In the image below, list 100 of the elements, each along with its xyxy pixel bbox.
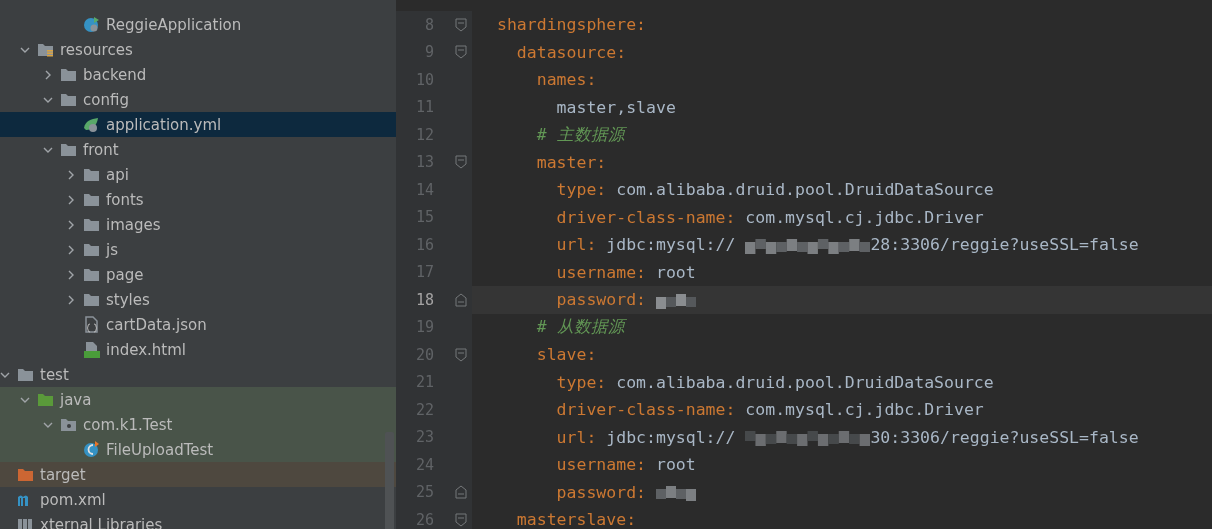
tree-item-label: application.yml [106, 115, 222, 134]
folder-icon [60, 141, 77, 158]
yaml-value: 28:3306/reggie?useSSL=false [870, 235, 1139, 255]
chevron-right-icon[interactable] [66, 219, 76, 230]
tree-row[interactable]: ReggieApplication [0, 12, 396, 37]
tree-row[interactable]: application.yml [0, 112, 396, 137]
tree-item-label: ReggieApplication [106, 15, 242, 34]
tree-row[interactable]: page [0, 262, 396, 287]
tree-item-label: xternal Libraries [40, 515, 163, 529]
tree-row[interactable]: index.html [0, 337, 396, 362]
tree-item-label: styles [106, 290, 150, 309]
yaml-key: username: [497, 455, 646, 475]
yaml-value: com.mysql.cj.jdbc.Driver [744, 207, 984, 227]
package-icon [60, 416, 77, 433]
tree-item-label: test [40, 365, 69, 384]
chevron-right-icon[interactable] [43, 69, 53, 80]
tree-row[interactable]: target [0, 462, 396, 487]
folder-icon [37, 391, 54, 408]
folder-icon [83, 291, 100, 308]
resources-folder-icon [37, 41, 54, 58]
folder-icon [60, 91, 77, 108]
folder-icon [17, 466, 34, 483]
tree-row[interactable]: config [0, 87, 396, 112]
tree-row[interactable]: api [0, 162, 396, 187]
tree-row[interactable]: test [0, 362, 396, 387]
yaml-key: type: [497, 180, 607, 200]
folder-icon [60, 66, 77, 83]
folder-icon [83, 191, 100, 208]
tree-row[interactable]: images [0, 212, 396, 237]
class-icon [83, 441, 100, 458]
tree-row[interactable]: pom.xml [0, 487, 396, 512]
yaml-key: masterslave: [497, 510, 637, 529]
yaml-key: password: [497, 482, 646, 502]
library-icon [17, 516, 34, 529]
tree-item-label: index.html [106, 340, 186, 359]
code-comment: # 从数据源 [535, 316, 625, 339]
tree-row[interactable]: fonts [0, 187, 396, 212]
yaml-value: root [654, 262, 696, 282]
tree-row[interactable]: front [0, 137, 396, 162]
fold-icon[interactable] [455, 155, 467, 170]
yaml-key: url: [497, 427, 597, 447]
tree-item-label: js [106, 240, 118, 259]
yaml-value: com.alibaba.druid.pool.DruidDataSource [615, 180, 994, 200]
yaml-key: slave: [497, 345, 597, 365]
folder-icon [83, 166, 100, 183]
tree-item-label: FileUploadTest [106, 440, 214, 459]
tree-row[interactable]: com.k1.Test [0, 412, 396, 437]
yaml-key: datasource: [497, 42, 627, 62]
folder-icon [83, 216, 100, 233]
fold-icon[interactable] [455, 512, 467, 527]
folder-icon [17, 366, 34, 383]
yaml-key: master: [497, 152, 607, 172]
tree-item-label: images [106, 215, 161, 234]
chevron-right-icon[interactable] [66, 244, 76, 255]
fold-icon[interactable] [455, 17, 467, 32]
tree-item-label: front [83, 140, 119, 159]
blurred-text-drawing [656, 483, 696, 502]
folder-icon [83, 241, 100, 258]
tree-item-label: target [40, 465, 86, 484]
yaml-value: root [654, 455, 696, 475]
tree-item-label: api [106, 165, 129, 184]
tree-item-label: page [106, 265, 144, 284]
yaml-value: jdbc:mysql:// [605, 427, 736, 447]
fold-icon[interactable] [455, 485, 467, 500]
tree-row[interactable]: js [0, 237, 396, 262]
yaml-key: driver-class-name: [497, 400, 736, 420]
yaml-value: 30:3306/reggie?useSSL=false [870, 427, 1139, 447]
fold-icon[interactable] [455, 292, 467, 307]
yaml-value: master,slave [555, 97, 676, 117]
chevron-right-icon[interactable] [66, 194, 76, 205]
tree-row[interactable]: cartData.json [0, 312, 396, 337]
json-file-icon [83, 316, 100, 333]
yaml-key: driver-class-name: [497, 207, 736, 227]
tree-item-label: resources [60, 40, 133, 59]
yaml-value: jdbc:mysql:// [605, 235, 736, 255]
fold-icon[interactable] [455, 347, 467, 362]
fold-icon[interactable] [455, 45, 467, 60]
tree-row[interactable]: styles [0, 287, 396, 312]
tree-row[interactable]: backend [0, 62, 396, 87]
tree-item-label: java [60, 390, 92, 409]
yaml-key: names: [497, 70, 597, 90]
tree-item-label: config [83, 90, 129, 109]
tree-item-label: backend [83, 65, 147, 84]
class-icon [83, 16, 100, 33]
tree-item-label: cartData.json [106, 315, 207, 334]
tree-row[interactable]: java [0, 387, 396, 412]
tree-row[interactable]: FileUploadTest [0, 437, 396, 462]
html-file-icon [83, 341, 100, 358]
folder-icon [83, 266, 100, 283]
chevron-right-icon[interactable] [66, 169, 76, 180]
tree-row[interactable]: xternal Libraries [0, 512, 396, 529]
line-number: 18 [414, 290, 434, 309]
chevron-right-icon[interactable] [66, 294, 76, 305]
tree-item-label: pom.xml [40, 490, 106, 509]
yaml-value: com.alibaba.druid.pool.DruidDataSource [615, 372, 994, 392]
yaml-value: com.mysql.cj.jdbc.Driver [744, 400, 984, 420]
tree-row[interactable]: resources [0, 37, 396, 62]
chevron-right-icon[interactable] [66, 269, 76, 280]
yaml-key: password: [497, 290, 646, 310]
code-comment: # 主数据源 [535, 123, 625, 146]
